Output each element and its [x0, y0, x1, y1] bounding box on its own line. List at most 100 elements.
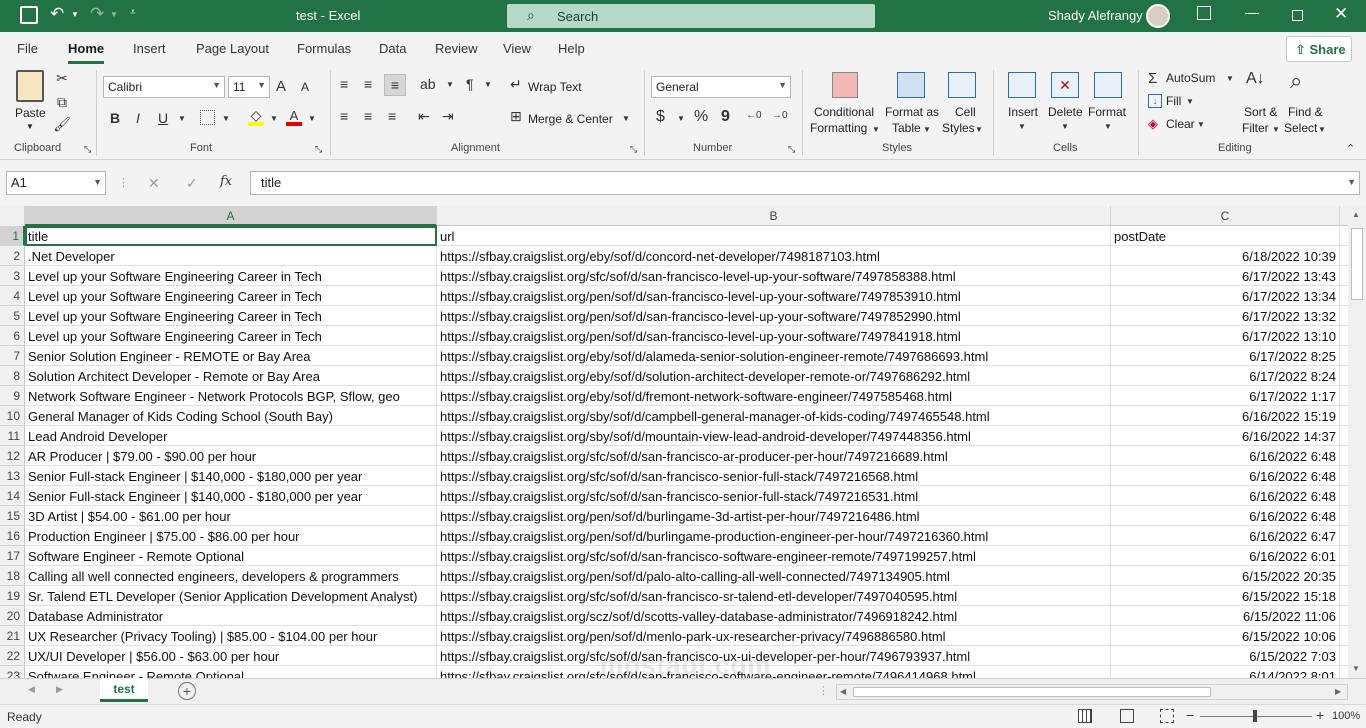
cell-c[interactable]: 6/17/2022 8:25	[1111, 346, 1340, 366]
number-launcher-icon[interactable]: ⤡	[788, 144, 795, 155]
row-header[interactable]: 5	[0, 306, 25, 326]
cell-d[interactable]	[1340, 246, 1348, 266]
cell-b[interactable]: https://sfbay.craigslist.org/sfc/sof/d/s…	[437, 486, 1111, 506]
format-as-table-icon[interactable]	[897, 72, 925, 98]
conditional-formatting-icon[interactable]	[832, 72, 858, 98]
cell-a[interactable]: UX Researcher (Privacy Tooling) | $85.00…	[25, 626, 437, 646]
undo-dropdown-icon[interactable]: ▼	[71, 10, 79, 19]
cell-d[interactable]	[1340, 426, 1348, 446]
cell-d[interactable]	[1340, 506, 1348, 526]
currency-dropdown-icon[interactable]: ▼	[677, 114, 685, 123]
cell-styles-label-2[interactable]: Styles	[942, 121, 975, 135]
name-box[interactable]: A1 ▼	[6, 171, 106, 195]
row-header[interactable]: 7	[0, 346, 25, 366]
share-button[interactable]: ⇧ Share	[1286, 36, 1352, 62]
cell-a[interactable]: Level up your Software Engineering Caree…	[25, 326, 437, 346]
collapse-ribbon-icon[interactable]: ⌃	[1346, 142, 1355, 155]
row-header[interactable]: 4	[0, 286, 25, 306]
scroll-down-icon[interactable]: ▼	[1352, 664, 1360, 673]
row-header[interactable]: 14	[0, 486, 25, 506]
vertical-scrollbar[interactable]: ▲ ▼	[1348, 206, 1366, 678]
row-header[interactable]: 22	[0, 646, 25, 666]
row-header[interactable]: 11	[0, 426, 25, 446]
cell-b[interactable]: https://sfbay.craigslist.org/sfc/sof/d/s…	[437, 646, 1111, 666]
cell-b[interactable]: https://sfbay.craigslist.org/sfc/sof/d/s…	[437, 586, 1111, 606]
cell-c[interactable]: 6/15/2022 10:06	[1111, 626, 1340, 646]
align-middle-icon[interactable]: ≡	[364, 76, 372, 92]
cell-c[interactable]: 6/17/2022 13:34	[1111, 286, 1340, 306]
cell-c[interactable]: 6/15/2022 20:35	[1111, 566, 1340, 586]
row-header[interactable]: 13	[0, 466, 25, 486]
cell-b[interactable]: https://sfbay.craigslist.org/sfc/sof/d/s…	[437, 546, 1111, 566]
underline-dropdown-icon[interactable]: ▼	[178, 114, 186, 123]
cell-b[interactable]: https://sfbay.craigslist.org/sfc/sof/d/s…	[437, 266, 1111, 286]
cell-b[interactable]: url	[437, 226, 1111, 246]
conditional-formatting-dropdown-icon[interactable]: ▼	[872, 125, 880, 134]
column-header-b[interactable]: B	[437, 206, 1111, 226]
autosum-icon[interactable]: Σ	[1148, 70, 1157, 87]
scroll-up-icon[interactable]: ▲	[1352, 210, 1360, 219]
align-right-icon[interactable]: ≡	[388, 108, 396, 124]
comma-button[interactable]: 9	[721, 108, 730, 126]
undo-icon[interactable]: ↶	[50, 4, 64, 24]
cell-b[interactable]: https://sfbay.craigslist.org/pen/sof/d/s…	[437, 306, 1111, 326]
paste-icon[interactable]	[16, 70, 44, 102]
cell-b[interactable]: https://sfbay.craigslist.org/eby/sof/d/a…	[437, 346, 1111, 366]
column-header-c[interactable]: C	[1111, 206, 1340, 226]
insert-dropdown-icon[interactable]: ▼	[1018, 122, 1026, 131]
cell-b[interactable]: https://sfbay.craigslist.org/sfc/sof/d/s…	[437, 446, 1111, 466]
select-all-corner[interactable]	[0, 206, 25, 226]
currency-button[interactable]: $	[656, 108, 665, 126]
redo-dropdown-icon[interactable]: ▼	[110, 10, 118, 19]
cell-a[interactable]: Level up your Software Engineering Caree…	[25, 306, 437, 326]
orientation-dropdown-icon[interactable]: ▼	[446, 80, 454, 89]
cell-a[interactable]: Software Engineer - Remote Optional	[25, 546, 437, 566]
cell-c[interactable]: 6/17/2022 13:43	[1111, 266, 1340, 286]
cell-d[interactable]	[1340, 306, 1348, 326]
formula-input[interactable]: title ▼	[250, 171, 1360, 195]
cell-c[interactable]: 6/14/2022 8:01	[1111, 666, 1340, 678]
cell-a[interactable]: Production Engineer | $75.00 - $86.00 pe…	[25, 526, 437, 546]
cell-a[interactable]: .Net Developer	[25, 246, 437, 266]
tab-file[interactable]: File	[17, 41, 38, 56]
next-sheet-icon[interactable]: ▶	[56, 684, 63, 695]
merge-center-icon[interactable]: ⊞	[510, 108, 522, 125]
merge-center-button[interactable]: Merge & Center	[528, 112, 613, 126]
clear-icon[interactable]: ◈	[1148, 116, 1158, 132]
cell-d[interactable]	[1340, 526, 1348, 546]
font-launcher-icon[interactable]: ⤡	[315, 144, 322, 155]
clear-button[interactable]: Clear	[1166, 117, 1195, 131]
tab-formulas[interactable]: Formulas	[297, 41, 351, 56]
alignment-launcher-icon[interactable]: ⤡	[630, 144, 637, 155]
cell-d[interactable]	[1340, 226, 1348, 246]
row-header[interactable]: 1	[0, 226, 25, 246]
cell-d[interactable]	[1340, 346, 1348, 366]
cell-a[interactable]: 3D Artist | $54.00 - $61.00 per hour	[25, 506, 437, 526]
autosum-dropdown-icon[interactable]: ▼	[1226, 74, 1234, 83]
merge-dropdown-icon[interactable]: ▼	[622, 114, 630, 123]
cell-b[interactable]: https://sfbay.craigslist.org/pen/sof/d/m…	[437, 626, 1111, 646]
spreadsheet-grid[interactable]: A B C 1 title url postDate 2 .Net Developer ht…	[0, 206, 1348, 678]
conditional-formatting-label-2[interactable]: Formatting	[810, 121, 867, 135]
cell-c[interactable]: 6/17/2022 13:10	[1111, 326, 1340, 346]
format-painter-icon[interactable]: 🖌	[53, 116, 71, 132]
decrease-indent-icon[interactable]: ⇤	[418, 108, 430, 125]
row-header[interactable]: 12	[0, 446, 25, 466]
cell-a[interactable]: Senior Solution Engineer - REMOTE or Bay…	[25, 346, 437, 366]
delete-cells-icon[interactable]: ✕	[1051, 72, 1079, 98]
cell-c[interactable]: 6/16/2022 6:48	[1111, 486, 1340, 506]
borders-icon[interactable]	[200, 110, 215, 125]
percent-button[interactable]: %	[694, 108, 708, 126]
cell-a[interactable]: Sr. Talend ETL Developer (Senior Applica…	[25, 586, 437, 606]
tab-help[interactable]: Help	[558, 41, 585, 56]
tab-view[interactable]: View	[503, 41, 531, 56]
row-header[interactable]: 9	[0, 386, 25, 406]
font-color-dropdown-icon[interactable]: ▼	[308, 114, 316, 123]
wrap-text-icon[interactable]: ↵	[510, 76, 522, 93]
cell-d[interactable]	[1340, 626, 1348, 646]
cell-b[interactable]: https://sfbay.craigslist.org/pen/sof/d/b…	[437, 506, 1111, 526]
prev-sheet-icon[interactable]: ◀	[28, 684, 35, 695]
column-header-a[interactable]: A	[25, 206, 437, 226]
tab-data[interactable]: Data	[379, 41, 406, 56]
tab-review[interactable]: Review	[435, 41, 478, 56]
